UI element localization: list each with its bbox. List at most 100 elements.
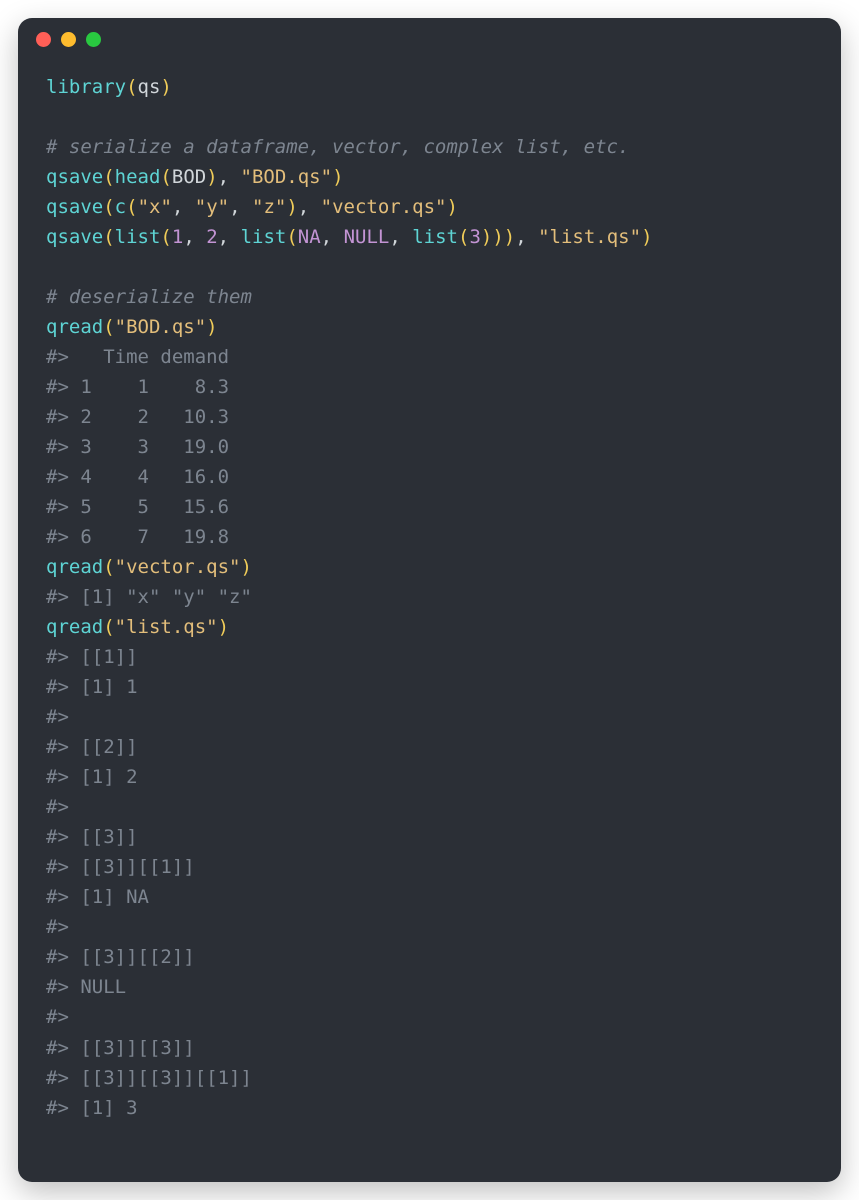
token-out: #> 5 5 15.6 [46, 496, 229, 518]
token-paren: ( [126, 196, 137, 218]
code-line: #> 2 2 10.3 [46, 402, 813, 432]
token-paren: ( [160, 226, 171, 248]
token-out: #> [[3]][[3]] [46, 1037, 195, 1059]
token-ident: , [515, 226, 538, 248]
token-paren: ) [206, 166, 217, 188]
token-out: #> 1 1 8.3 [46, 376, 229, 398]
token-paren: ( [103, 616, 114, 638]
token-cmt: # serialize a dataframe, vector, complex… [46, 136, 629, 158]
code-line: #> [[1]] [46, 642, 813, 672]
token-const: NULL [344, 226, 390, 248]
token-out: #> 2 2 10.3 [46, 406, 229, 428]
token-out: #> [[3]][[1]] [46, 856, 195, 878]
code-line: #> NULL [46, 972, 813, 1002]
token-out: #> [1] NA [46, 886, 149, 908]
token-fn: c [115, 196, 126, 218]
token-fn: qsave [46, 196, 103, 218]
code-line: #> [[3]] [46, 822, 813, 852]
token-paren: ) [332, 166, 343, 188]
code-line: #> 3 3 19.0 [46, 432, 813, 462]
token-paren: ))) [481, 226, 515, 248]
code-line: qsave(c("x", "y", "z"), "vector.qs") [46, 192, 813, 222]
token-out: #> [[3]][[3]][[1]] [46, 1067, 252, 1089]
code-line: qread("vector.qs") [46, 552, 813, 582]
token-paren: ( [103, 316, 114, 338]
token-out: #> [[3]][[2]] [46, 946, 195, 968]
code-line: #> 1 1 8.3 [46, 372, 813, 402]
token-fn: qsave [46, 166, 103, 188]
code-line: #> [1] 3 [46, 1093, 813, 1123]
token-ident: , [218, 226, 241, 248]
code-line: #> [[3]][[3]] [46, 1033, 813, 1063]
token-out: #> [46, 706, 80, 728]
close-icon[interactable] [36, 32, 51, 47]
token-out: #> [[1]] [46, 646, 138, 668]
code-line: qread("BOD.qs") [46, 312, 813, 342]
token-const: NA [298, 226, 321, 248]
token-ident: , [172, 196, 195, 218]
token-fn: qread [46, 316, 103, 338]
token-ident: , [229, 196, 252, 218]
token-str: "BOD.qs" [115, 316, 207, 338]
token-ident: qs [138, 76, 161, 98]
token-out: #> 4 4 16.0 [46, 466, 229, 488]
token-ident: , [218, 166, 241, 188]
code-line: #> [46, 1002, 813, 1032]
token-paren: ( [286, 226, 297, 248]
code-line: #> 5 5 15.6 [46, 492, 813, 522]
token-fn: library [46, 76, 126, 98]
token-fn: head [115, 166, 161, 188]
token-cmt: # deserialize them [46, 286, 252, 308]
token-paren: ) [206, 316, 217, 338]
code-line: #> [46, 702, 813, 732]
token-paren: ( [103, 196, 114, 218]
token-ident: BOD [172, 166, 206, 188]
code-line: #> Time demand [46, 342, 813, 372]
token-paren: ) [641, 226, 652, 248]
token-paren: ( [103, 556, 114, 578]
code-line: qsave(head(BOD), "BOD.qs") [46, 162, 813, 192]
token-out: #> [46, 796, 80, 818]
code-line: #> 4 4 16.0 [46, 462, 813, 492]
token-str: "x" [138, 196, 172, 218]
token-num: 2 [206, 226, 217, 248]
token-paren: ( [458, 226, 469, 248]
code-line: #> [[3]][[2]] [46, 942, 813, 972]
token-fn: qread [46, 556, 103, 578]
code-line: #> [1] "x" "y" "z" [46, 582, 813, 612]
code-line: #> [1] 1 [46, 672, 813, 702]
code-line: #> [[3]][[1]] [46, 852, 813, 882]
minimize-icon[interactable] [61, 32, 76, 47]
token-paren: ) [218, 616, 229, 638]
token-fn: list [412, 226, 458, 248]
code-line [46, 252, 813, 282]
token-paren: ( [126, 76, 137, 98]
maximize-icon[interactable] [86, 32, 101, 47]
code-line: qread("list.qs") [46, 612, 813, 642]
token-out: #> [1] "x" "y" "z" [46, 586, 252, 608]
token-out: #> [[2]] [46, 736, 138, 758]
token-out: #> [46, 916, 80, 938]
token-str: "BOD.qs" [241, 166, 333, 188]
token-ident: , [321, 226, 344, 248]
token-paren: ) [160, 76, 171, 98]
code-line: # deserialize them [46, 282, 813, 312]
code-line: #> [[2]] [46, 732, 813, 762]
token-out: #> Time demand [46, 346, 229, 368]
token-paren: ) [447, 196, 458, 218]
code-line: #> [1] NA [46, 882, 813, 912]
token-str: "z" [252, 196, 286, 218]
code-line: qsave(list(1, 2, list(NA, NULL, list(3))… [46, 222, 813, 252]
token-str: "list.qs" [538, 226, 641, 248]
window-titlebar [18, 18, 841, 60]
token-str: "vector.qs" [321, 196, 447, 218]
token-paren: ( [103, 226, 114, 248]
token-num: 1 [172, 226, 183, 248]
token-fn: list [241, 226, 287, 248]
token-out: #> 3 3 19.0 [46, 436, 229, 458]
token-paren: ( [160, 166, 171, 188]
token-fn: qread [46, 616, 103, 638]
code-line: #> [1] 2 [46, 762, 813, 792]
code-line: #> [46, 792, 813, 822]
token-paren: ) [241, 556, 252, 578]
